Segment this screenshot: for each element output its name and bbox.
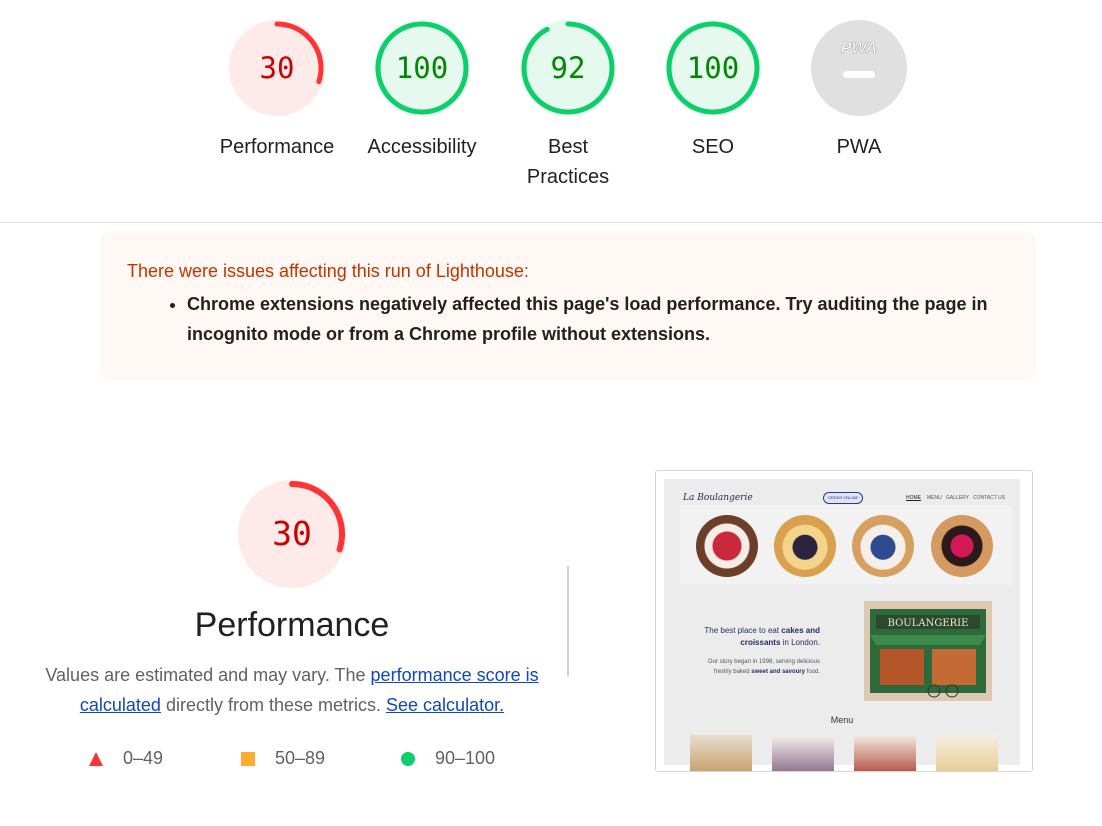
gauge-accessibility[interactable]: 100 Accessibility bbox=[352, 20, 492, 162]
screenshot-page: La Boulangerie ORDER ONLINE HOME MENU GA… bbox=[664, 479, 1020, 771]
performance-description: Values are estimated and may vary. The p… bbox=[40, 660, 544, 720]
gauge-score: 100 bbox=[395, 51, 449, 85]
gauge-score: 30 bbox=[259, 51, 295, 85]
legend-range: 50–89 bbox=[275, 748, 326, 768]
header-divider bbox=[0, 222, 1102, 223]
warnings-title: There were issues affecting this run of … bbox=[127, 261, 529, 281]
gauge-score: 100 bbox=[686, 51, 740, 85]
svg-text:BOULANGERIE: BOULANGERIE bbox=[888, 618, 969, 629]
screenshot-storefront-image: BOULANGERIE bbox=[864, 601, 992, 701]
pwa-badge-icon: PWA bbox=[811, 20, 907, 116]
circle-icon bbox=[401, 751, 415, 766]
gauge-label: Accessibility bbox=[367, 136, 477, 158]
gauge-best-practices[interactable]: 92 Best Practices bbox=[498, 20, 638, 192]
final-screenshot[interactable]: La Boulangerie ORDER ONLINE HOME MENU GA… bbox=[655, 470, 1033, 772]
gauge-ring: 92 bbox=[520, 20, 616, 116]
see-calculator-link[interactable]: See calculator. bbox=[386, 695, 504, 715]
gauge-ring: 100 bbox=[374, 20, 470, 116]
gauge-label-line1: Best bbox=[547, 136, 589, 158]
screenshot-nav-item: MENU bbox=[927, 495, 942, 501]
menu-item-image bbox=[854, 735, 916, 771]
performance-score: 30 bbox=[272, 514, 312, 553]
gauge-label-line2: Practices bbox=[526, 166, 610, 188]
screenshot-menu-title: Menu bbox=[830, 715, 854, 725]
gauge-seo[interactable]: 100 SEO bbox=[643, 20, 783, 162]
legend-average: 50–89 bbox=[241, 748, 325, 769]
tart-blueberry bbox=[852, 515, 914, 577]
gauge-ring: 100 bbox=[665, 20, 761, 116]
run-warnings: There were issues affecting this run of … bbox=[100, 231, 1036, 380]
screenshot-order-button: ORDER ONLINE bbox=[823, 492, 863, 504]
screenshot-nav-item: GALLERY bbox=[946, 495, 969, 501]
gauge-ring: PWA bbox=[811, 20, 907, 116]
performance-title: Performance bbox=[194, 606, 390, 644]
screenshot-nav-item: HOME bbox=[906, 495, 921, 501]
tart-strawberry bbox=[696, 515, 758, 577]
warnings-list: Chrome extensions negatively affected th… bbox=[160, 289, 1007, 349]
screenshot-brand: La Boulangerie bbox=[683, 493, 753, 503]
pwa-badge-text: PWA bbox=[841, 40, 877, 57]
menu-item-image bbox=[690, 735, 752, 771]
menu-item-image bbox=[772, 735, 834, 771]
legend-pass: 90–100 bbox=[401, 748, 495, 769]
screenshot-nav-item: CONTACT US bbox=[973, 495, 1006, 501]
gauge-label: PWA bbox=[836, 136, 882, 158]
legend-range: 90–100 bbox=[435, 748, 496, 768]
gauge-ring: 30 bbox=[229, 20, 325, 116]
performance-gauge: 30 bbox=[238, 480, 346, 588]
desc-text-2: directly from these metrics. bbox=[160, 695, 387, 715]
score-legend: 0–49 50–89 90–100 bbox=[0, 748, 584, 772]
gauge-label: Best Practices bbox=[498, 132, 638, 192]
gauge-performance[interactable]: 30 Performance bbox=[207, 20, 347, 162]
desc-text-1: Values are estimated and may vary. The bbox=[45, 665, 371, 685]
legend-range: 0–49 bbox=[123, 748, 164, 768]
gauge-score: 92 bbox=[550, 51, 586, 85]
tart-raspberry bbox=[931, 515, 993, 577]
warning-item: Chrome extensions negatively affected th… bbox=[187, 289, 1007, 349]
legend-fail: 0–49 bbox=[89, 748, 163, 769]
tart-blackberry bbox=[774, 515, 836, 577]
gauge-label: Performance bbox=[219, 136, 335, 158]
triangle-icon bbox=[89, 751, 103, 766]
menu-item-image bbox=[936, 735, 998, 771]
screenshot-hero-image bbox=[680, 505, 1012, 585]
screenshot-tagline: The best place to eat cakes and croissan… bbox=[704, 626, 820, 647]
category-gauges: 30 Performance 100 Accessibility 92 Best… bbox=[0, 0, 1102, 223]
screenshot-story: Our story began in 1998, serving delicio… bbox=[707, 659, 820, 675]
gauge-pwa[interactable]: PWA PWA bbox=[789, 20, 929, 162]
gauge-label: SEO bbox=[691, 136, 735, 158]
square-icon bbox=[241, 751, 255, 766]
section-divider bbox=[567, 566, 569, 676]
